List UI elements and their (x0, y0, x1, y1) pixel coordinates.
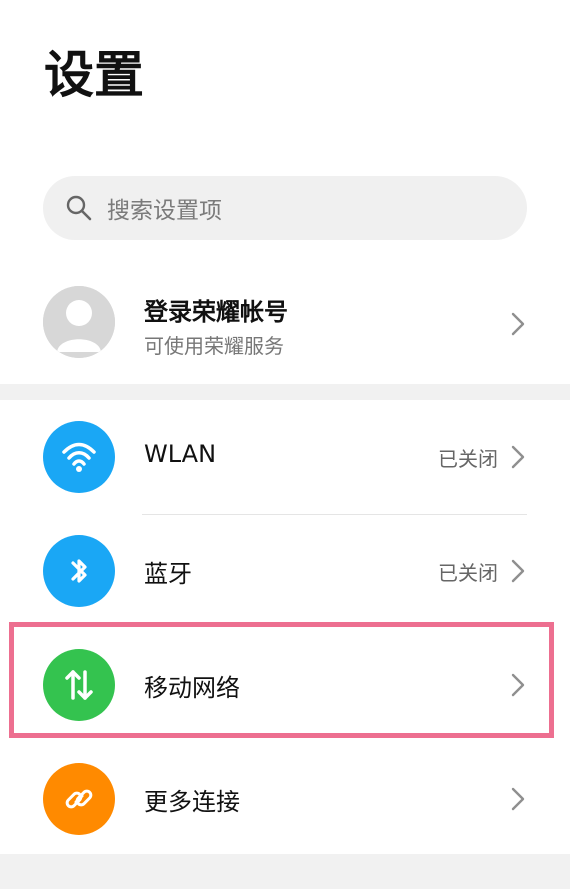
search-bar[interactable]: 搜索设置项 (43, 176, 527, 240)
settings-label-wlan: WLAN (144, 440, 217, 468)
settings-row-mobile-network[interactable]: 移动网络 (0, 628, 570, 742)
bottom-strip (0, 854, 570, 889)
chevron-right-icon (511, 559, 525, 583)
account-row[interactable]: 登录荣耀帐号 可使用荣耀服务 (0, 270, 570, 380)
chevron-right-icon (511, 312, 525, 336)
settings-label-more-connections: 更多连接 (144, 788, 240, 816)
settings-value-bluetooth: 已关闭 (438, 561, 498, 585)
settings-value-wlan: 已关闭 (438, 447, 498, 471)
chevron-right-icon (511, 787, 525, 811)
account-subtitle: 可使用荣耀服务 (144, 334, 284, 358)
chevron-right-icon (511, 445, 525, 469)
settings-label-mobile-network: 移动网络 (144, 674, 240, 702)
mobile-network-icon (43, 649, 115, 721)
avatar (43, 286, 115, 358)
account-title: 登录荣耀帐号 (144, 298, 288, 326)
chevron-right-icon (511, 673, 525, 697)
link-icon (43, 763, 115, 835)
settings-label-bluetooth: 蓝牙 (144, 560, 192, 588)
settings-row-bluetooth[interactable]: 蓝牙 已关闭 (0, 514, 570, 628)
page-title: 设置 (44, 46, 144, 104)
search-icon (65, 194, 93, 222)
search-placeholder: 搜索设置项 (107, 198, 222, 224)
settings-row-more-connections[interactable]: 更多连接 (0, 742, 570, 856)
settings-row-wlan[interactable]: WLAN 已关闭 (0, 400, 570, 514)
bluetooth-icon (43, 535, 115, 607)
wifi-icon (43, 421, 115, 493)
